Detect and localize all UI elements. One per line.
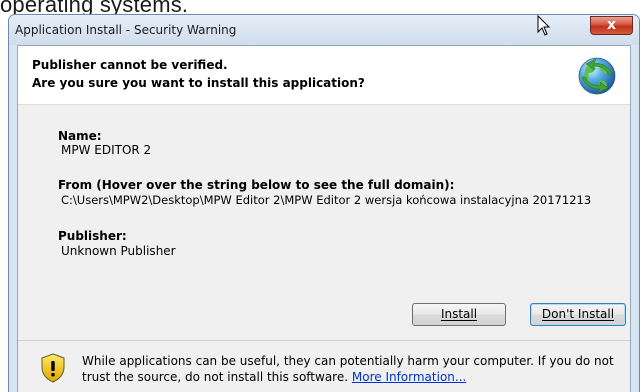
- dont-install-button[interactable]: Don't Install: [530, 303, 626, 326]
- separator: [18, 340, 630, 341]
- dialog-content: Publisher cannot be verified. Are you su…: [17, 45, 631, 392]
- security-warning-dialog: Application Install - Security Warning x…: [8, 14, 640, 392]
- install-button[interactable]: Install: [412, 303, 506, 326]
- header-title: Publisher cannot be verified.: [32, 58, 228, 72]
- header-question: Are you sure you want to install this ap…: [32, 76, 365, 90]
- shield-warning-icon: [41, 353, 65, 383]
- globe-arrow-icon: [578, 57, 616, 95]
- name-value: MPW EDITOR 2: [61, 143, 152, 157]
- title-bar[interactable]: Application Install - Security Warning x: [9, 15, 639, 45]
- name-label: Name:: [58, 129, 102, 143]
- warning-message: While applications can be useful, they c…: [82, 353, 622, 385]
- warning-text: While applications can be useful, they c…: [82, 354, 614, 384]
- more-information-link[interactable]: More Information...: [352, 370, 466, 384]
- mouse-cursor-icon: [537, 15, 551, 36]
- publisher-label: Publisher:: [58, 229, 127, 243]
- publisher-value: Unknown Publisher: [61, 244, 176, 258]
- window-title: Application Install - Security Warning: [15, 23, 237, 37]
- close-button[interactable]: x: [590, 16, 633, 35]
- header-pane: Publisher cannot be verified. Are you su…: [18, 46, 630, 105]
- from-value[interactable]: C:\Users\MPW2\Desktop\MPW Editor 2\MPW E…: [61, 193, 591, 207]
- close-icon: x: [606, 17, 617, 33]
- from-label: From (Hover over the string below to see…: [58, 178, 455, 192]
